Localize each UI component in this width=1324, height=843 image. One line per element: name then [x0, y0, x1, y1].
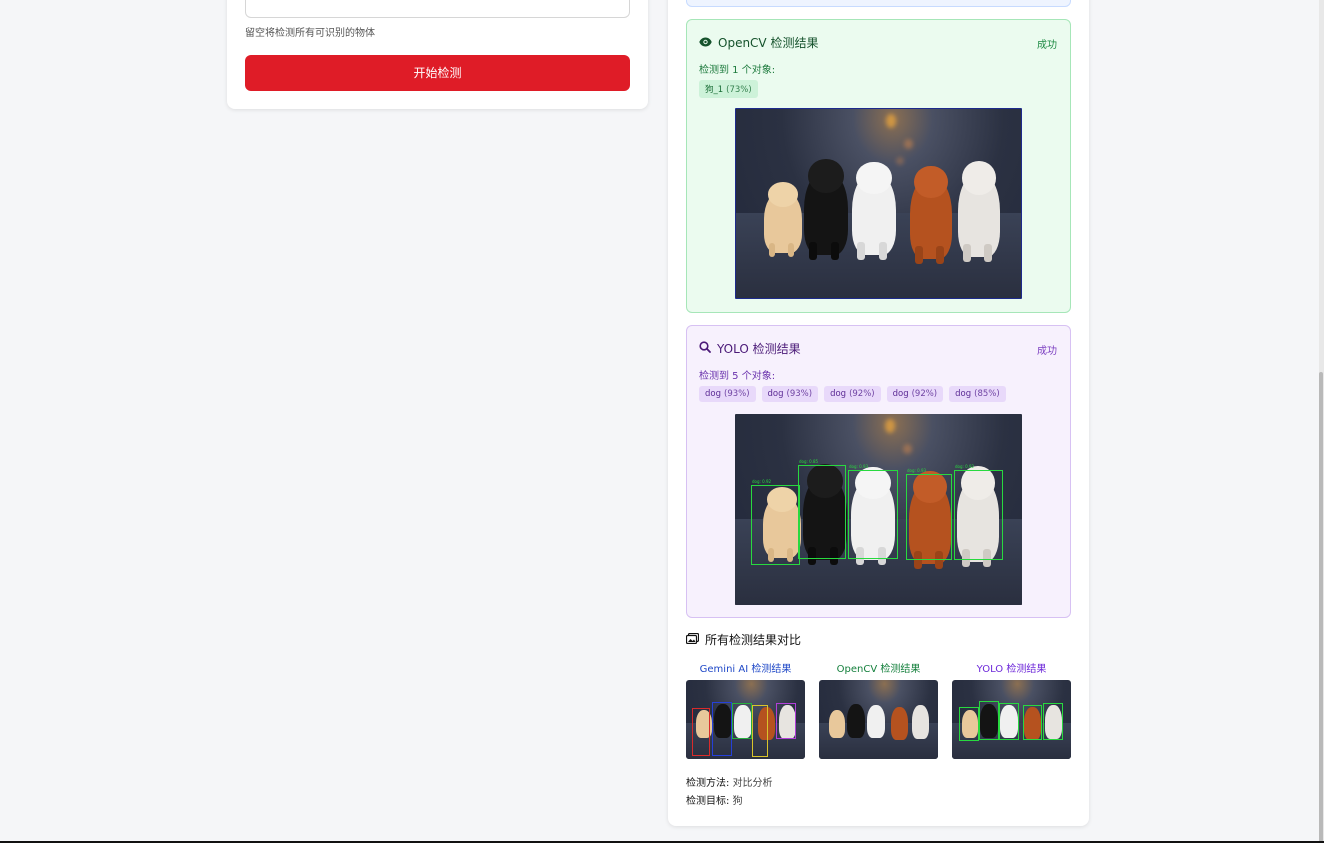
detection-form-card: 狗 留空将检测所有可识别的物体 开始检测: [227, 0, 648, 109]
yolo-bbox: dog: 0.93: [906, 468, 952, 560]
target-object-input[interactable]: 狗: [245, 0, 630, 18]
opencv-comparison: OpenCV 检测结果: [819, 660, 938, 759]
yolo-comparison: YOLO 检测结果: [952, 660, 1071, 759]
detection-tag: dog (85%): [949, 386, 1006, 402]
detection-target-row: 检测目标: 狗: [686, 796, 743, 807]
detection-method-row: 检测方法: 对比分析: [686, 778, 773, 789]
yolo-bbox: dog: 0.92: [751, 479, 800, 565]
detection-tag: dog (93%): [761, 386, 819, 402]
comparison-title-text: 所有检测结果对比: [705, 633, 802, 647]
detection-meta: 检测方法: 对比分析 检测目标: 狗: [686, 775, 773, 811]
yolo-result-image: dog: 0.92 dog: 0.85 dog: 0.93 dog: 0.93 …: [735, 414, 1022, 605]
opencv-result-panel: OpenCV 检测结果 成功 检测到 1 个对象: 狗_1 (73%): [686, 19, 1071, 313]
search-icon: [699, 341, 711, 356]
yolo-bbox: dog: 0.92: [954, 464, 1003, 560]
opencv-title-text: OpenCV 检测结果: [718, 36, 819, 50]
opencv-panel-title: OpenCV 检测结果: [699, 34, 818, 51]
eye-icon: [699, 36, 712, 50]
opencv-status-badge: 成功: [1037, 40, 1057, 51]
comparison-thumbnails: Gemini AI 检测结果 OpenCV 检测结果 YOLO 检测结果: [686, 660, 1071, 759]
yolo-title-text: YOLO 检测结果: [717, 342, 801, 356]
opencv-tags: 狗_1 (73%): [699, 80, 758, 98]
yolo-thumb-label: YOLO 检测结果: [976, 664, 1047, 675]
yolo-status-badge: 成功: [1037, 346, 1057, 357]
gemini-thumbnail[interactable]: [686, 680, 805, 759]
yolo-bbox: dog: 0.93: [848, 464, 898, 559]
scrollbar-thumb[interactable]: [1319, 372, 1323, 842]
gemini-thumb-label: Gemini AI 检测结果: [699, 664, 792, 675]
yolo-bbox: dog: 0.85: [798, 459, 846, 559]
opencv-result-image: [735, 108, 1022, 299]
opencv-thumb-label: OpenCV 检测结果: [836, 664, 921, 675]
detection-tag: dog (92%): [824, 386, 881, 402]
opencv-count: 检测到 1 个对象:: [699, 65, 776, 76]
yolo-thumbnail[interactable]: [952, 680, 1071, 759]
detection-tag: dog (93%): [699, 386, 756, 402]
target-hint: 留空将检测所有可识别的物体: [245, 28, 375, 39]
yolo-count: 检测到 5 个对象:: [699, 371, 776, 382]
detection-tag: dog (92%): [886, 386, 944, 402]
start-detection-button[interactable]: 开始检测: [245, 55, 630, 91]
yolo-panel-title: YOLO 检测结果: [699, 340, 801, 357]
yolo-tags: dog (93%) dog (93%) dog (92%) dog (92%) dog(…: [699, 386, 1006, 402]
gemini-comparison: Gemini AI 检测结果: [686, 660, 805, 759]
comparison-title: 所有检测结果对比: [685, 631, 802, 648]
results-card: OpenCV 检测结果 成功 检测到 1 个对象: 狗_1 (73%) YOLO …: [668, 0, 1089, 826]
opencv-thumbnail[interactable]: [819, 680, 938, 759]
gemini-result-panel: [686, 0, 1071, 7]
images-icon: [685, 632, 700, 647]
detection-tag: 狗_1 (73%): [699, 80, 758, 98]
yolo-result-panel: YOLO 检测结果 成功 检测到 5 个对象: dog (93%) dog (93%…: [686, 325, 1071, 618]
